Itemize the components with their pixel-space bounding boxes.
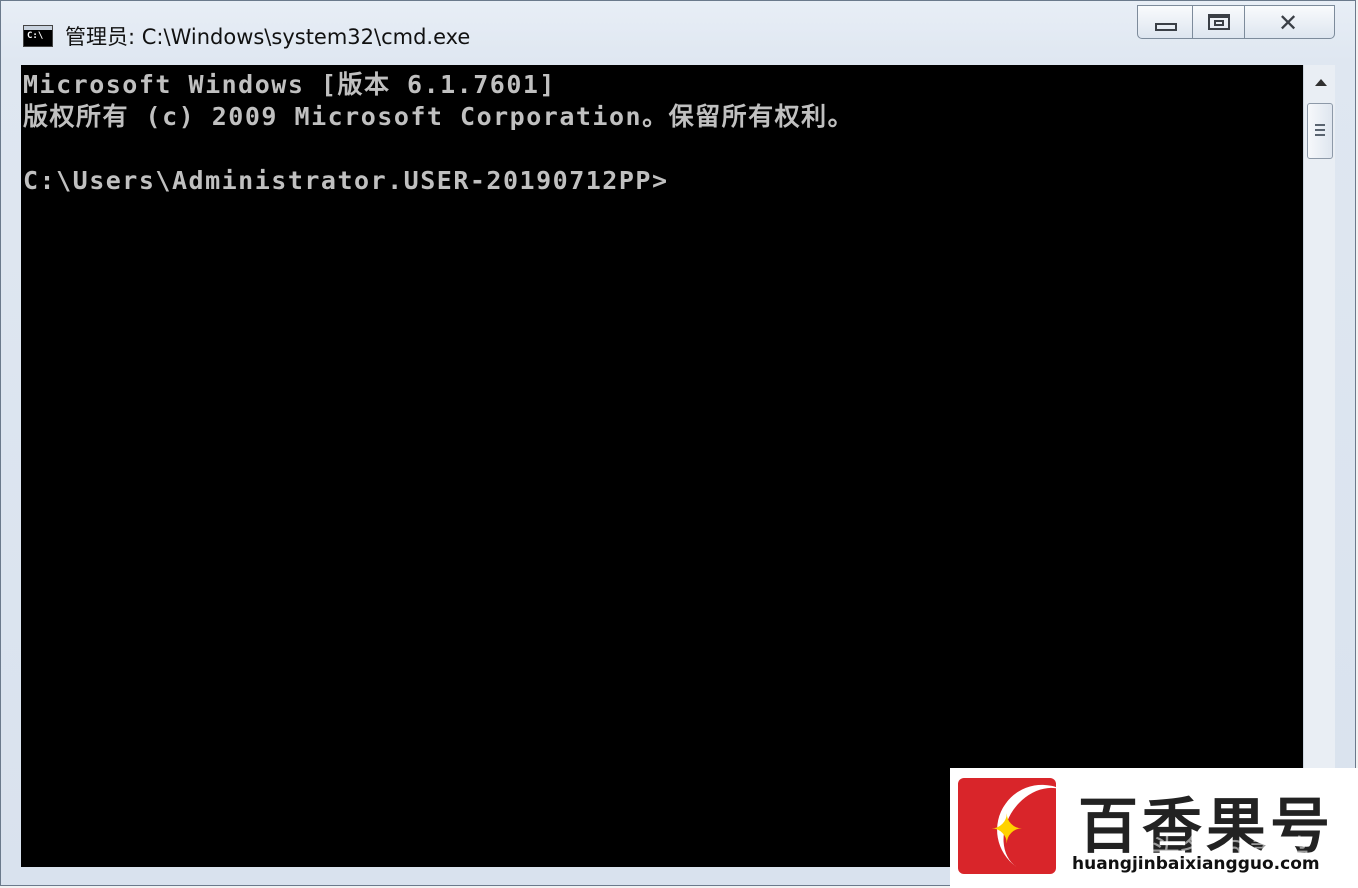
scroll-up-arrow-icon[interactable] xyxy=(1304,65,1336,101)
brand-url: huangjinbaixiangguo.com xyxy=(1072,854,1320,874)
console-line-copyright: 版权所有 (c) 2009 Microsoft Corporation。保留所有… xyxy=(23,102,855,131)
cmd-icon-label: C:\ xyxy=(27,31,44,41)
watermark: ✦ 百香果号 头条 @嚣鸣 huangjinbaixiangguo.com xyxy=(950,768,1358,888)
minimize-icon xyxy=(1155,23,1177,31)
console-line-version: Microsoft Windows [版本 6.1.7601] xyxy=(23,70,556,99)
grip-line-icon xyxy=(1315,129,1325,131)
vertical-scrollbar[interactable] xyxy=(1303,65,1335,867)
restore-icon xyxy=(1208,14,1230,30)
brand-logo-icon: ✦ xyxy=(958,778,1056,874)
minimize-button[interactable] xyxy=(1137,5,1193,39)
grip-line-icon xyxy=(1315,134,1325,136)
close-button[interactable]: ✕ xyxy=(1245,5,1335,39)
cmd-app-icon[interactable]: C:\ xyxy=(23,25,53,47)
cmd-window: C:\ 管理员: C:\Windows\system32\cmd.exe ✕ M… xyxy=(0,0,1356,886)
star-icon: ✦ xyxy=(990,807,1024,853)
scrollbar-thumb[interactable] xyxy=(1307,103,1333,159)
title-bar[interactable]: C:\ 管理员: C:\Windows\system32\cmd.exe ✕ xyxy=(1,1,1355,65)
maximize-button[interactable] xyxy=(1193,5,1245,39)
close-icon: ✕ xyxy=(1278,9,1299,37)
console-prompt[interactable]: C:\Users\Administrator.USER-20190712PP> xyxy=(23,165,669,197)
console-output[interactable]: Microsoft Windows [版本 6.1.7601] 版权所有 (c)… xyxy=(21,65,1303,867)
window-controls: ✕ xyxy=(1137,5,1335,41)
grip-line-icon xyxy=(1315,124,1325,126)
window-title: 管理员: C:\Windows\system32\cmd.exe xyxy=(65,25,471,49)
